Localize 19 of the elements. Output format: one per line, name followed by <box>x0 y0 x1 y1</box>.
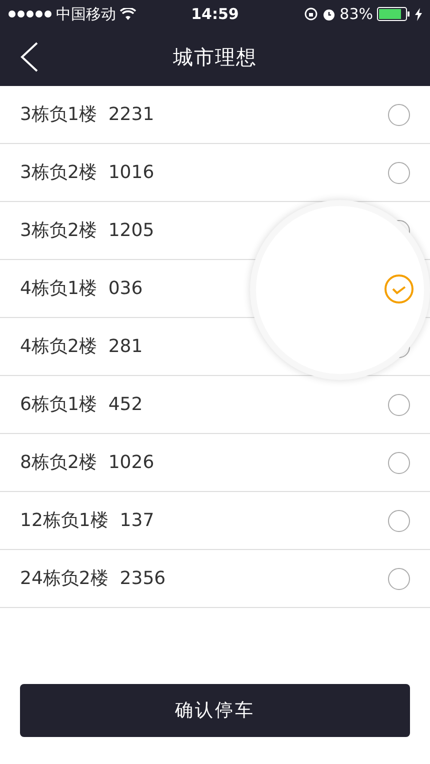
confirm-parking-button[interactable]: 确认停车 <box>20 684 410 737</box>
alarm-icon <box>322 7 336 21</box>
radio-button[interactable] <box>388 452 410 474</box>
radio-button[interactable] <box>388 568 410 590</box>
charging-icon <box>415 8 422 20</box>
battery-percent: 83% <box>340 4 373 25</box>
radio-button[interactable] <box>388 510 410 532</box>
radio-button[interactable] <box>388 104 410 126</box>
carrier-name: 中国移动 <box>56 4 116 25</box>
status-time: 14:59 <box>191 4 239 23</box>
rotation-lock-icon <box>304 7 318 21</box>
checked-radio[interactable] <box>384 274 414 304</box>
battery-icon <box>377 7 411 21</box>
back-icon[interactable] <box>18 41 40 73</box>
page-title: 城市理想 <box>173 44 257 71</box>
radio-button[interactable] <box>388 394 410 416</box>
signal-icon <box>8 10 52 18</box>
wifi-icon <box>120 8 136 20</box>
radio-button[interactable] <box>388 162 410 184</box>
